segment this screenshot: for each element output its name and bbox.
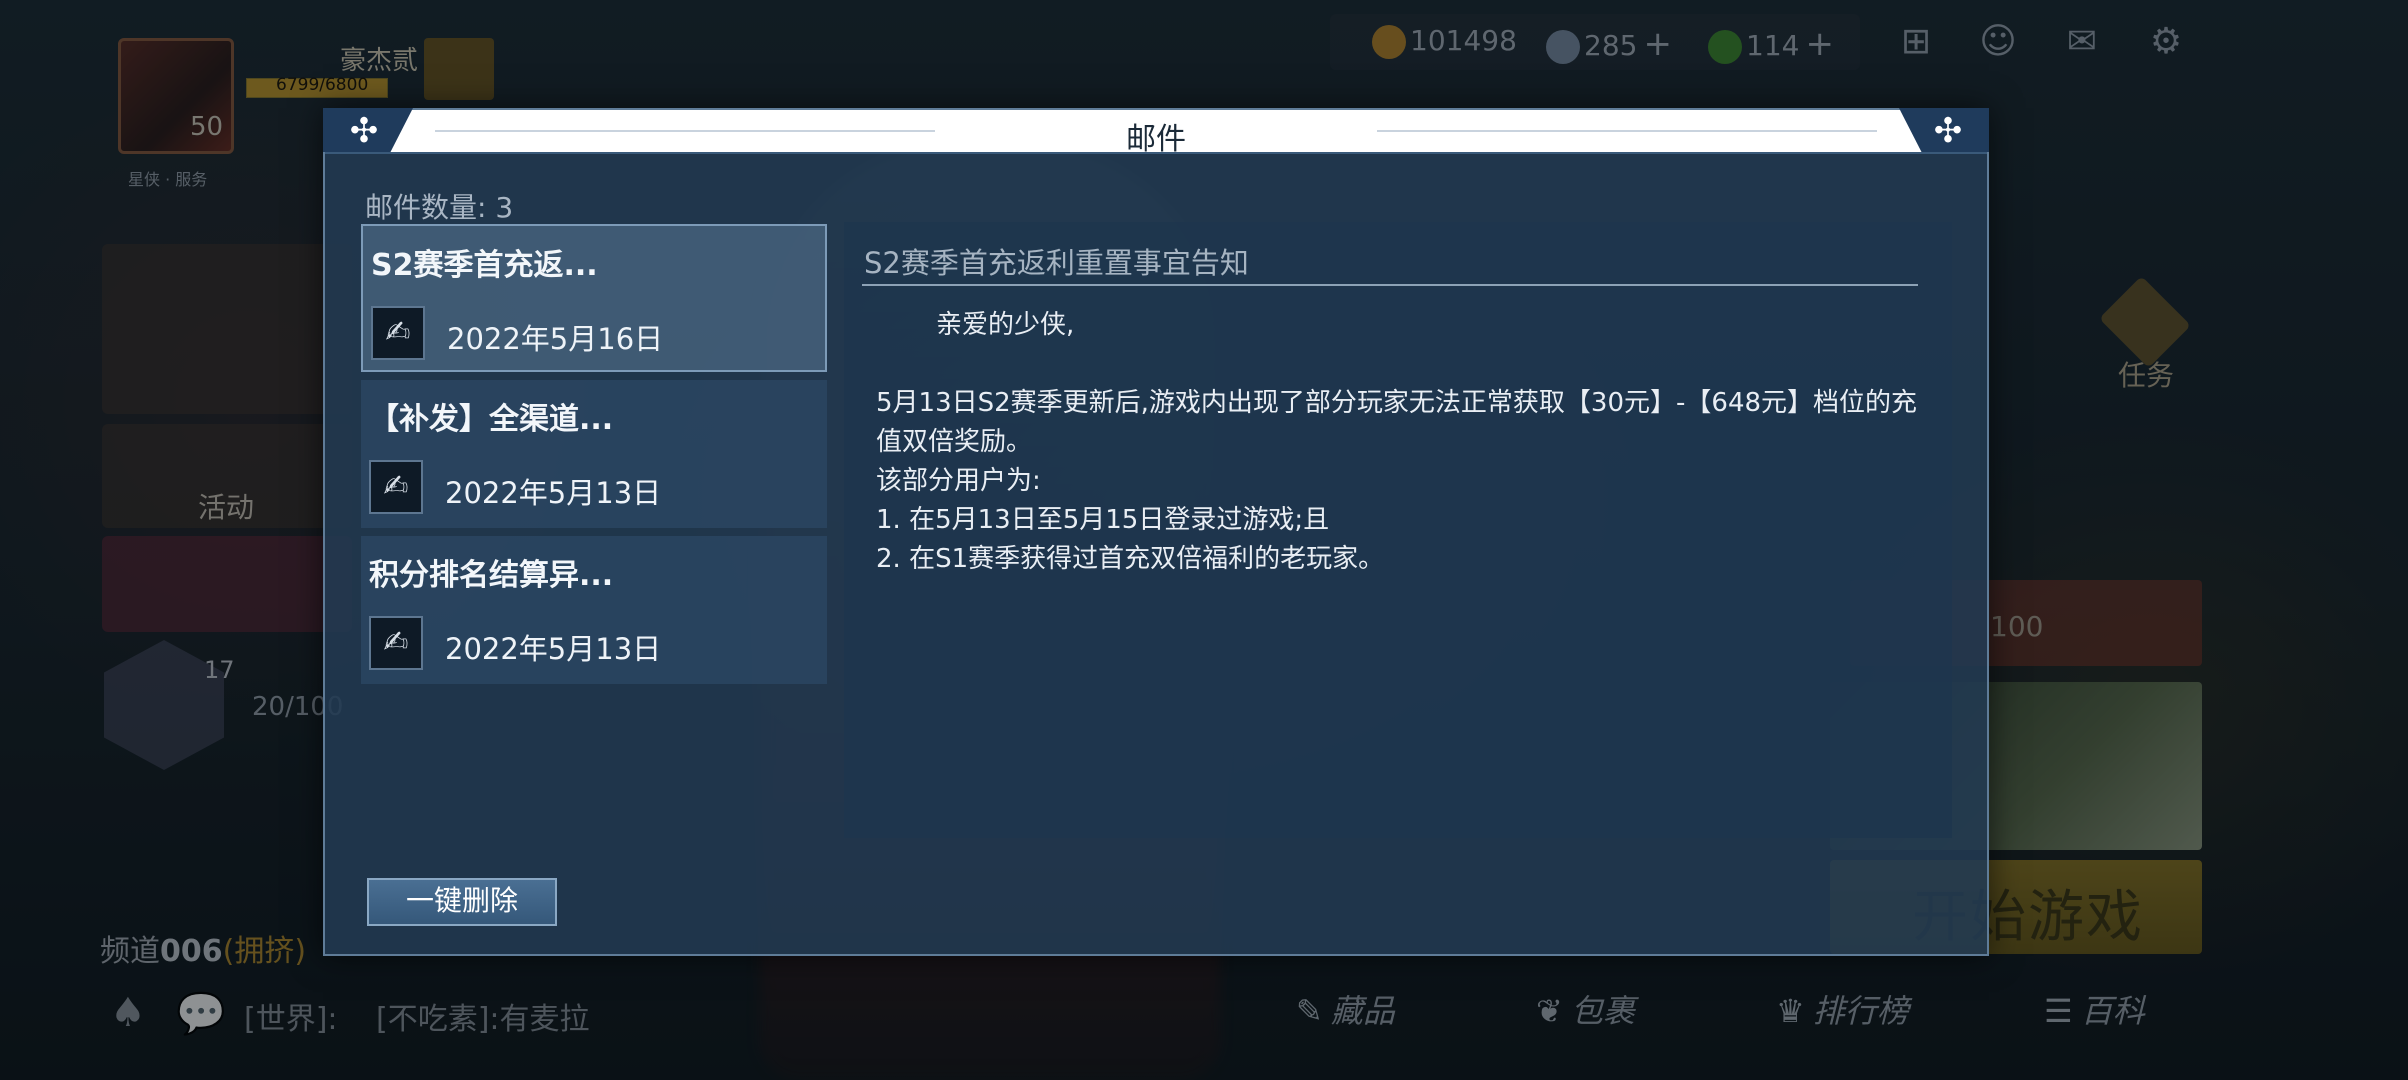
mail-paragraph: 2. 在S1赛季获得过首充双倍福利的老玩家。	[876, 544, 1385, 574]
mail-count: 邮件数量: 3	[365, 191, 514, 224]
mail-item-date: 2022年5月13日	[445, 476, 662, 510]
mail-item-title: 积分排名结算异...	[369, 558, 614, 593]
mail-item-title: 【补发】全渠道...	[369, 402, 614, 437]
mail-list: S2赛季首充返... ✍ 2022年5月16日 【补发】全渠道... ✍ 202…	[361, 224, 827, 692]
mail-dialog: ✣ ✣ 邮件 邮件数量: 3 S2赛季首充返... ✍ 2022年5月16日 【…	[323, 108, 1989, 956]
scroll-letter-icon: ✍	[371, 306, 425, 360]
title-divider	[862, 284, 1918, 286]
mail-item-date: 2022年5月16日	[447, 322, 664, 356]
mail-list-item[interactable]: 【补发】全渠道... ✍ 2022年5月13日	[361, 380, 827, 528]
mail-list-item[interactable]: 积分排名结算异... ✍ 2022年5月13日	[361, 536, 827, 684]
mail-content-panel[interactable]: S2赛季首充返利重置事宜告知 亲爱的少侠, 5月13日S2赛季更新后,游戏内出现…	[844, 222, 1952, 838]
mail-paragraph: 5月13日S2赛季更新后,游戏内出现了部分玩家无法正常获取【30元】-【648元…	[876, 388, 1918, 457]
dialog-header: ✣ ✣ 邮件	[323, 108, 1989, 157]
mail-list-item[interactable]: S2赛季首充返... ✍ 2022年5月16日	[361, 224, 827, 372]
mail-content-title: S2赛季首充返利重置事宜告知	[864, 246, 1249, 280]
mail-paragraph: 该部分用户为:	[876, 466, 1041, 496]
mail-item-date: 2022年5月13日	[445, 632, 662, 666]
mail-content-text: 亲爱的少侠, 5月13日S2赛季更新后,游戏内出现了部分玩家无法正常获取【30元…	[876, 306, 1936, 579]
delete-all-button[interactable]: 一键删除	[367, 878, 557, 926]
scroll-letter-icon: ✍	[369, 460, 423, 514]
mail-item-title: S2赛季首充返...	[371, 248, 598, 283]
mail-greeting: 亲爱的少侠,	[936, 310, 1075, 340]
mail-paragraph: 1. 在5月13日至5月15日登录过游戏;且	[876, 505, 1330, 535]
dialog-title: 邮件	[1126, 122, 1186, 157]
scroll-letter-icon: ✍	[369, 616, 423, 670]
